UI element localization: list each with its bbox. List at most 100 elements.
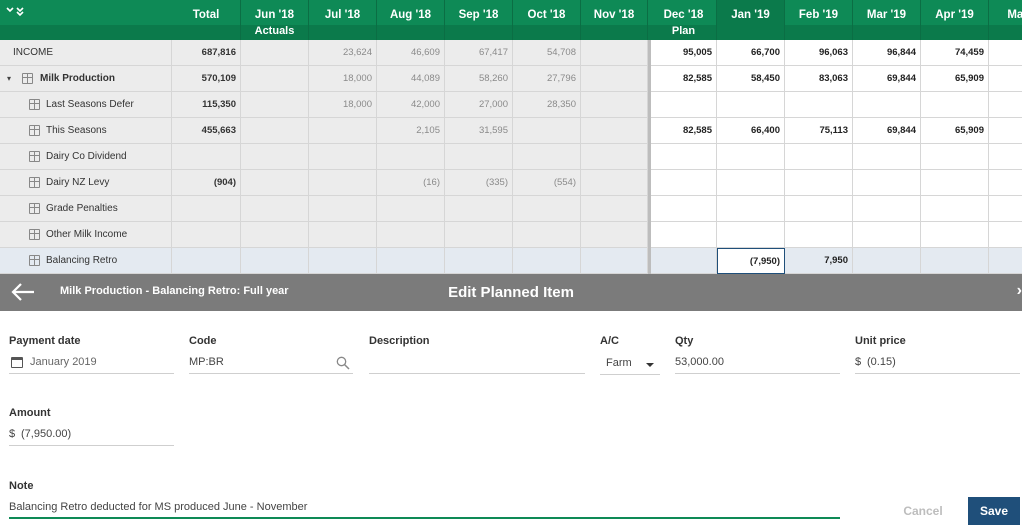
value-cell[interactable] (717, 144, 785, 170)
value-cell[interactable]: 74,459 (921, 40, 989, 66)
value-cell[interactable] (785, 222, 853, 248)
value-cell[interactable] (989, 196, 1022, 222)
value-cell[interactable] (989, 66, 1022, 92)
column-header-5[interactable]: Oct '18 (513, 0, 581, 40)
table-row[interactable]: Balancing Retro (7,950) 7,950 (0, 248, 1022, 274)
value-cell[interactable] (717, 222, 785, 248)
row-label-cell[interactable]: Balancing Retro (0, 248, 172, 274)
value-cell[interactable] (717, 196, 785, 222)
value-cell[interactable] (651, 92, 717, 118)
value-cell[interactable] (853, 248, 921, 274)
value-cell[interactable] (853, 92, 921, 118)
value-cell[interactable] (785, 170, 853, 196)
code-input[interactable]: MP:BR (189, 352, 353, 374)
value-cell[interactable]: 65,909 (921, 118, 989, 144)
value-cell[interactable]: 82,585 (651, 66, 717, 92)
table-row[interactable]: ▾ Milk Production 570,109 18,000 44,089 58,26… (0, 66, 1022, 92)
value-cell[interactable] (853, 222, 921, 248)
value-cell[interactable] (785, 92, 853, 118)
value-cell (445, 248, 513, 274)
save-button[interactable]: Save (968, 497, 1020, 525)
value-cell[interactable] (989, 144, 1022, 170)
value-cell[interactable] (717, 92, 785, 118)
value-cell[interactable] (921, 222, 989, 248)
value-cell[interactable] (921, 248, 989, 274)
column-header-9[interactable]: Feb '19 (785, 0, 853, 40)
value-cell[interactable] (651, 196, 717, 222)
column-header-8[interactable]: Jan '19 (717, 0, 785, 40)
table-row[interactable]: Last Seasons Defer 115,350 18,000 42,000 27,… (0, 92, 1022, 118)
value-cell[interactable] (651, 144, 717, 170)
value-cell[interactable]: 96,063 (785, 40, 853, 66)
value-cell[interactable] (651, 248, 717, 274)
row-label-cell[interactable]: This Seasons (0, 118, 172, 144)
value-cell[interactable]: 69,844 (853, 118, 921, 144)
value-cell[interactable] (651, 170, 717, 196)
value-cell[interactable] (989, 118, 1022, 144)
table-row[interactable]: Dairy Co Dividend (0, 144, 1022, 170)
value-cell[interactable] (853, 170, 921, 196)
column-header-0[interactable]: Total (172, 0, 241, 40)
column-header-11[interactable]: Apr '19 (921, 0, 989, 40)
value-cell[interactable]: 95,005 (651, 40, 717, 66)
value-cell[interactable] (921, 170, 989, 196)
table-row[interactable]: Other Milk Income (0, 222, 1022, 248)
value-cell[interactable] (989, 92, 1022, 118)
cancel-button[interactable]: Cancel (893, 501, 953, 521)
value-cell[interactable]: 66,700 (717, 40, 785, 66)
description-input[interactable] (369, 352, 585, 374)
value-cell[interactable] (921, 92, 989, 118)
note-input[interactable]: Balancing Retro deducted for MS produced… (9, 497, 840, 519)
search-icon[interactable] (336, 356, 350, 370)
value-cell[interactable]: 82,585 (651, 118, 717, 144)
row-label-cell[interactable]: INCOME (0, 40, 172, 66)
amount-input[interactable]: $ (7,950.00) (9, 424, 174, 446)
row-label-cell[interactable]: Grade Penalties (0, 196, 172, 222)
value-cell[interactable]: 58,450 (717, 66, 785, 92)
row-label-cell[interactable]: Other Milk Income (0, 222, 172, 248)
value-cell[interactable] (853, 144, 921, 170)
column-header-2[interactable]: Jul '18 (309, 0, 377, 40)
value-cell[interactable] (921, 196, 989, 222)
column-header-3[interactable]: Aug '18 (377, 0, 445, 40)
ac-select[interactable]: Farm (600, 353, 660, 375)
column-header-7[interactable]: Dec '18 Plan (651, 0, 717, 40)
value-cell[interactable] (785, 144, 853, 170)
qty-input[interactable]: 53,000.00 (675, 352, 840, 374)
value-cell[interactable]: 96,844 (853, 40, 921, 66)
row-label-cell[interactable]: ▾ Milk Production (0, 66, 172, 92)
value-cell[interactable]: 66,400 (717, 118, 785, 144)
column-header-10[interactable]: Mar '19 (853, 0, 921, 40)
row-label-cell[interactable]: Dairy NZ Levy (0, 170, 172, 196)
table-row[interactable]: Dairy NZ Levy (904) (16) (335) (554) (0, 170, 1022, 196)
column-header-1[interactable]: Jun '18 Actuals (241, 0, 309, 40)
row-label-cell[interactable]: Last Seasons Defer (0, 92, 172, 118)
value-cell[interactable] (651, 222, 717, 248)
column-header-12[interactable]: May (989, 0, 1022, 40)
value-cell[interactable]: 83,063 (785, 66, 853, 92)
value-cell[interactable] (989, 222, 1022, 248)
row-label-cell[interactable]: Dairy Co Dividend (0, 144, 172, 170)
value-cell[interactable]: 69,844 (853, 66, 921, 92)
value-cell[interactable] (989, 40, 1022, 66)
value-cell[interactable] (989, 248, 1022, 274)
collapse-all-icon[interactable] (6, 6, 28, 20)
value-cell[interactable] (989, 170, 1022, 196)
table-row[interactable]: Grade Penalties (0, 196, 1022, 222)
column-header-4[interactable]: Sep '18 (445, 0, 513, 40)
value-cell[interactable] (921, 144, 989, 170)
value-cell[interactable] (785, 196, 853, 222)
value-cell[interactable] (853, 196, 921, 222)
column-header-6[interactable]: Nov '18 (581, 0, 648, 40)
value-cell[interactable]: 7,950 (785, 248, 853, 274)
table-row[interactable]: This Seasons 455,663 2,105 31,595 82,585 66,4… (0, 118, 1022, 144)
payment-date-field[interactable]: January 2019 (9, 352, 174, 374)
expand-caret-icon[interactable]: ▾ (7, 66, 11, 91)
value-cell[interactable]: 65,909 (921, 66, 989, 92)
table-row[interactable]: INCOME 687,816 23,624 46,609 67,417 54,708 95,… (0, 40, 1022, 66)
value-cell[interactable] (717, 170, 785, 196)
chevron-right-icon[interactable]: › (1017, 282, 1022, 300)
value-cell[interactable]: (7,950) (717, 248, 785, 274)
value-cell[interactable]: 75,113 (785, 118, 853, 144)
unit-price-input[interactable]: $ (0.15) (855, 352, 1020, 374)
